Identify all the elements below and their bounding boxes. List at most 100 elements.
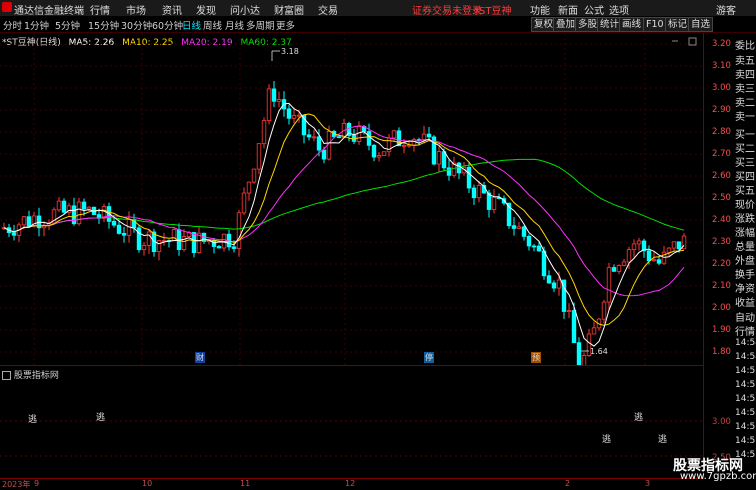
period-toolbar: 分时 1分钟 5分钟 15分钟 30分钟 60分钟 日线 周线 月线 多周期 更… bbox=[0, 16, 756, 33]
candle-body bbox=[491, 196, 497, 210]
tab-monthly[interactable]: 月线 bbox=[225, 18, 244, 32]
candle-body bbox=[616, 265, 622, 272]
tab-30min[interactable]: 30分钟 bbox=[121, 18, 152, 32]
menu-options[interactable]: 选项 bbox=[609, 2, 629, 17]
escape-signal: 逃 bbox=[658, 435, 668, 445]
candle-body bbox=[606, 267, 612, 303]
tab-5min[interactable]: 5分钟 bbox=[55, 18, 80, 32]
candle-body bbox=[376, 155, 382, 158]
escape-signal: 逃 bbox=[28, 415, 38, 425]
candle-body bbox=[76, 201, 82, 225]
mark-button[interactable]: 标记 bbox=[665, 17, 691, 32]
low-annotation: 1.64 bbox=[590, 347, 608, 356]
candle-body bbox=[276, 99, 282, 102]
stock-tag[interactable]: *ST豆神 bbox=[474, 2, 511, 17]
tab-multi-period[interactable]: 多周期 bbox=[246, 18, 275, 32]
watchlist-button[interactable]: 自选 bbox=[688, 17, 714, 32]
menu-trade[interactable]: 交易 bbox=[318, 2, 338, 17]
quote-side-panel: 委比 卖五 卖四 卖三 卖二 卖一 买一 买二 买三 买四 买五 现价 涨跌 涨… bbox=[735, 41, 756, 460]
candle-body bbox=[111, 220, 117, 226]
candle-body bbox=[136, 227, 142, 251]
menu-discover[interactable]: 发现 bbox=[196, 2, 216, 17]
indicator-toggle-icon bbox=[2, 371, 11, 380]
candle-body bbox=[651, 259, 657, 262]
candle-body bbox=[291, 115, 297, 119]
high-annotation: 3.18 bbox=[281, 47, 299, 56]
candle-body bbox=[536, 245, 542, 252]
candle-body bbox=[156, 240, 162, 253]
candle-body bbox=[391, 130, 397, 139]
candle-body bbox=[231, 246, 237, 249]
candle-body bbox=[511, 225, 517, 229]
menu-news[interactable]: 资讯 bbox=[162, 2, 182, 17]
event-financial[interactable]: 财 bbox=[195, 352, 205, 363]
menu-xiaoda[interactable]: 问小达 bbox=[230, 2, 260, 17]
watermark-url: www.7gpzb.com bbox=[680, 471, 756, 482]
candle-body bbox=[471, 187, 477, 199]
candles bbox=[1, 81, 687, 365]
candle-body bbox=[146, 231, 152, 246]
candle-body bbox=[671, 241, 677, 249]
candle-body bbox=[546, 275, 552, 284]
candle-body bbox=[311, 136, 317, 139]
candle-body bbox=[646, 250, 652, 262]
candle-body bbox=[656, 259, 662, 264]
candle-body bbox=[426, 133, 432, 138]
tab-1min[interactable]: 1分钟 bbox=[24, 18, 49, 32]
candle-body bbox=[261, 120, 267, 145]
tab-daily[interactable]: 日线 bbox=[182, 18, 201, 32]
candle-body bbox=[81, 201, 87, 210]
tab-intraday[interactable]: 分时 bbox=[3, 18, 22, 32]
candle-body bbox=[371, 144, 377, 158]
candle-body bbox=[61, 200, 67, 213]
candle-body bbox=[591, 327, 597, 335]
tab-15min[interactable]: 15分钟 bbox=[88, 18, 119, 32]
candle-body bbox=[316, 136, 322, 151]
candle-body bbox=[516, 226, 522, 229]
tab-60min[interactable]: 60分钟 bbox=[152, 18, 183, 32]
candle-body bbox=[611, 267, 617, 272]
candle-body bbox=[21, 216, 27, 226]
candle-body bbox=[86, 206, 92, 210]
candlestick-chart[interactable]: 3.18 1.64 bbox=[0, 33, 703, 365]
candle-body bbox=[191, 232, 197, 254]
indicator-title: 股票指标网 bbox=[2, 368, 59, 381]
menu-guest[interactable]: 游客 bbox=[716, 2, 736, 17]
menu-market[interactable]: 市场 bbox=[126, 2, 146, 17]
candle-body bbox=[246, 181, 252, 194]
candle-body bbox=[521, 226, 527, 237]
login-notice[interactable]: 证券交易未登录 bbox=[412, 2, 482, 17]
candle-body bbox=[441, 151, 447, 169]
candle-body bbox=[381, 151, 387, 156]
draw-button[interactable]: 画线 bbox=[619, 17, 645, 32]
candle-body bbox=[321, 149, 327, 160]
event-suspend[interactable]: 停 bbox=[424, 352, 434, 363]
tab-weekly[interactable]: 周线 bbox=[203, 18, 222, 32]
candle-body bbox=[256, 143, 262, 170]
tab-more[interactable]: 更多 bbox=[276, 18, 295, 32]
menu-new-page[interactable]: 新面 bbox=[558, 2, 578, 17]
candle-body bbox=[306, 134, 312, 138]
menu-formula[interactable]: 公式 bbox=[584, 2, 604, 17]
escape-signal: 逃 bbox=[96, 413, 106, 423]
ma60-line bbox=[3, 158, 685, 233]
candle-body bbox=[541, 250, 547, 277]
menu-quotes[interactable]: 行情 bbox=[90, 2, 110, 17]
ma5-line bbox=[3, 102, 685, 347]
chart-grid bbox=[0, 33, 703, 365]
menu-function[interactable]: 功能 bbox=[530, 2, 550, 17]
candle-body bbox=[581, 355, 587, 365]
candle-body bbox=[601, 301, 607, 320]
candle-body bbox=[216, 246, 222, 249]
f10-button[interactable]: F10 bbox=[643, 17, 667, 32]
candle-body bbox=[336, 136, 342, 139]
candle-body bbox=[251, 168, 257, 183]
event-forecast[interactable]: 预 bbox=[531, 352, 541, 363]
candle-body bbox=[121, 233, 127, 236]
candle-body bbox=[266, 88, 272, 122]
candle-body bbox=[116, 224, 122, 234]
indicator-panel[interactable] bbox=[0, 366, 703, 479]
candle-body bbox=[626, 249, 632, 263]
menu-wealth[interactable]: 财富圈 bbox=[274, 2, 304, 17]
candle-body bbox=[621, 261, 627, 266]
